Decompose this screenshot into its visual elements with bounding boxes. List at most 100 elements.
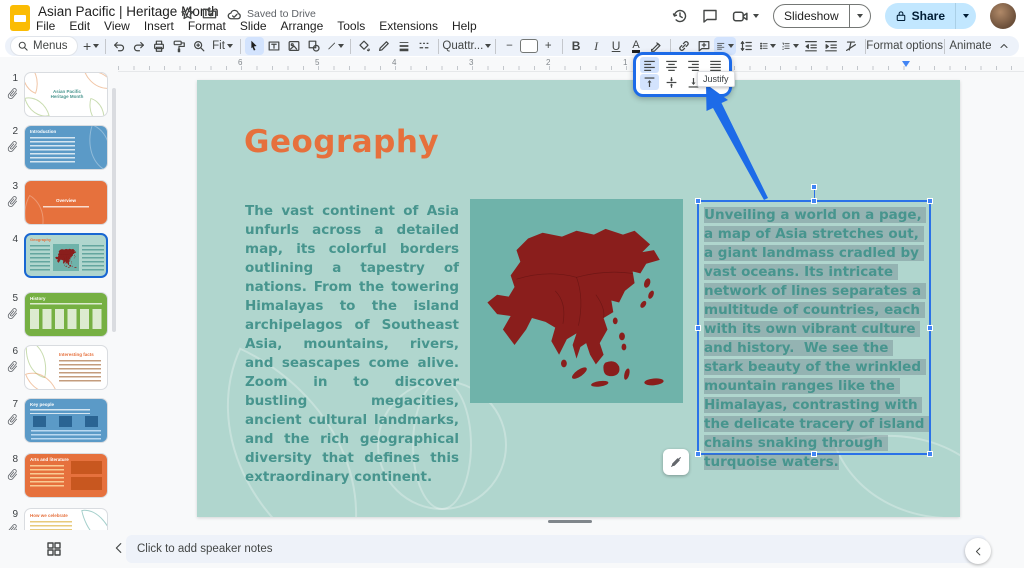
resize-handle-e[interactable]	[927, 325, 933, 331]
bold-button[interactable]: B	[567, 37, 586, 55]
collapse-panel-button[interactable]	[965, 538, 991, 564]
resize-handle-w[interactable]	[695, 325, 701, 331]
resize-handle-ne[interactable]	[927, 198, 933, 204]
decrease-indent-button[interactable]	[802, 37, 821, 55]
border-dash-button[interactable]	[415, 37, 434, 55]
insert-line-button[interactable]	[325, 37, 346, 55]
rotation-handle[interactable]	[811, 184, 817, 190]
menu-view[interactable]: View	[104, 19, 130, 33]
increase-indent-button[interactable]	[822, 37, 841, 55]
account-avatar[interactable]	[990, 3, 1016, 29]
align-center-button[interactable]	[662, 57, 681, 73]
font-size-input[interactable]	[520, 39, 538, 53]
border-color-button[interactable]	[375, 37, 394, 55]
decrease-font-button[interactable]: −	[500, 37, 519, 55]
slide-thumbnail-4[interactable]: Geography	[24, 233, 108, 278]
paperclip-icon[interactable]	[6, 140, 19, 153]
insert-image-button[interactable]	[285, 37, 304, 55]
text-box-button[interactable]	[265, 37, 284, 55]
slide-thumbnail-3[interactable]: Overview	[24, 180, 108, 225]
menu-extensions[interactable]: Extensions	[379, 19, 438, 33]
slide-thumbnail-6[interactable]: Interesting facts	[24, 345, 108, 390]
slide-thumbnail-1[interactable]: Asian Pacific Heritage Month	[24, 72, 108, 117]
resize-handle-nw[interactable]	[695, 198, 701, 204]
paperclip-icon[interactable]	[6, 523, 19, 530]
line-spacing-button[interactable]	[737, 37, 756, 55]
slide-thumbnail-8[interactable]: Arts and literature	[24, 453, 108, 498]
bulleted-list-button[interactable]	[757, 37, 778, 55]
align-left-button[interactable]	[640, 57, 659, 73]
paperclip-icon[interactable]	[6, 468, 19, 481]
resize-handle-s[interactable]	[811, 451, 817, 457]
notes-resize-handle[interactable]	[548, 520, 592, 523]
menu-insert[interactable]: Insert	[144, 19, 174, 33]
collapse-filmstrip-icon[interactable]	[112, 541, 126, 555]
slides-app-icon[interactable]	[10, 5, 30, 31]
underline-button[interactable]: U	[607, 37, 626, 55]
right-text-box-selected[interactable]: Unveiling a world on a page, a map of As…	[697, 200, 931, 455]
speaker-notes-input[interactable]: Click to add speaker notes	[126, 535, 986, 563]
animate-button[interactable]: Animate	[949, 37, 992, 55]
align-top-button[interactable]	[640, 74, 659, 90]
print-icon[interactable]	[149, 37, 168, 55]
menu-edit[interactable]: Edit	[69, 19, 90, 33]
menu-tools[interactable]: Tools	[337, 19, 365, 33]
slide-thumbnail-5[interactable]: History	[24, 292, 108, 337]
slide-thumbnail-9[interactable]: How we celebrate	[24, 508, 108, 530]
menus-label[interactable]: Menus	[33, 40, 68, 52]
select-tool-button[interactable]	[245, 37, 264, 55]
right-text-content[interactable]: Unveiling a world on a page, a map of As…	[704, 206, 926, 472]
slide-title[interactable]: Geography	[244, 124, 439, 160]
paperclip-icon[interactable]	[6, 413, 19, 426]
paperclip-icon[interactable]	[6, 360, 19, 373]
paperclip-icon[interactable]	[6, 307, 19, 320]
paperclip-icon[interactable]	[6, 195, 19, 208]
menu-arrange[interactable]: Arrange	[281, 19, 324, 33]
slideshow-button[interactable]: Slideshow	[773, 4, 871, 28]
font-family-dropdown[interactable]: Quattr...	[443, 37, 492, 55]
clear-formatting-button[interactable]	[842, 37, 861, 55]
redo-button[interactable]	[129, 37, 148, 55]
numbered-list-button[interactable]	[779, 37, 800, 55]
slideshow-label[interactable]: Slideshow	[774, 9, 849, 23]
paperclip-icon[interactable]	[6, 87, 19, 100]
italic-button[interactable]: I	[587, 37, 606, 55]
undo-button[interactable]	[109, 37, 128, 55]
border-weight-button[interactable]	[395, 37, 414, 55]
new-slide-button[interactable]: +	[82, 37, 101, 55]
no-edit-indicator-button[interactable]	[663, 449, 689, 475]
menus-search-button[interactable]: Menus	[11, 37, 77, 55]
menu-file[interactable]: File	[36, 19, 55, 33]
meet-camera-button[interactable]	[732, 8, 759, 25]
paint-format-icon[interactable]	[169, 37, 188, 55]
insert-shape-button[interactable]	[305, 37, 324, 55]
share-caret[interactable]	[955, 3, 976, 29]
slide-canvas[interactable]: Geography The vast continent of Asia unf…	[197, 80, 960, 517]
resize-handle-n[interactable]	[811, 198, 817, 204]
asia-map-image[interactable]	[470, 199, 683, 403]
zoom-fit-dropdown[interactable]: Fit	[209, 37, 235, 55]
resize-handle-se[interactable]	[927, 451, 933, 457]
format-options-button[interactable]: Format options	[869, 37, 940, 55]
ruler-indent-marker[interactable]	[902, 61, 910, 67]
menu-slide[interactable]: Slide	[240, 19, 267, 33]
comments-icon[interactable]	[702, 8, 718, 24]
left-text-box[interactable]: The vast continent of Asia unfurls acros…	[245, 202, 459, 487]
collapse-toolbar-icon[interactable]	[994, 37, 1013, 55]
meet-caret-icon[interactable]	[753, 14, 759, 18]
menu-format[interactable]: Format	[188, 19, 226, 33]
share-label[interactable]: Share	[912, 9, 945, 23]
slide-thumbnail-2[interactable]: Introduction	[24, 125, 108, 170]
filmstrip-scrollbar[interactable]	[112, 88, 116, 332]
share-button[interactable]: Share	[885, 3, 976, 29]
slide-thumbnail-7[interactable]: Key people	[24, 398, 108, 443]
menu-help[interactable]: Help	[452, 19, 477, 33]
version-history-icon[interactable]	[672, 8, 688, 24]
align-middle-button[interactable]	[662, 74, 681, 90]
slideshow-caret[interactable]	[849, 5, 870, 27]
fill-color-button[interactable]	[355, 37, 374, 55]
increase-font-button[interactable]: +	[539, 37, 558, 55]
resize-handle-sw[interactable]	[695, 451, 701, 457]
grid-view-icon[interactable]	[46, 541, 62, 557]
zoom-icon[interactable]	[189, 37, 208, 55]
